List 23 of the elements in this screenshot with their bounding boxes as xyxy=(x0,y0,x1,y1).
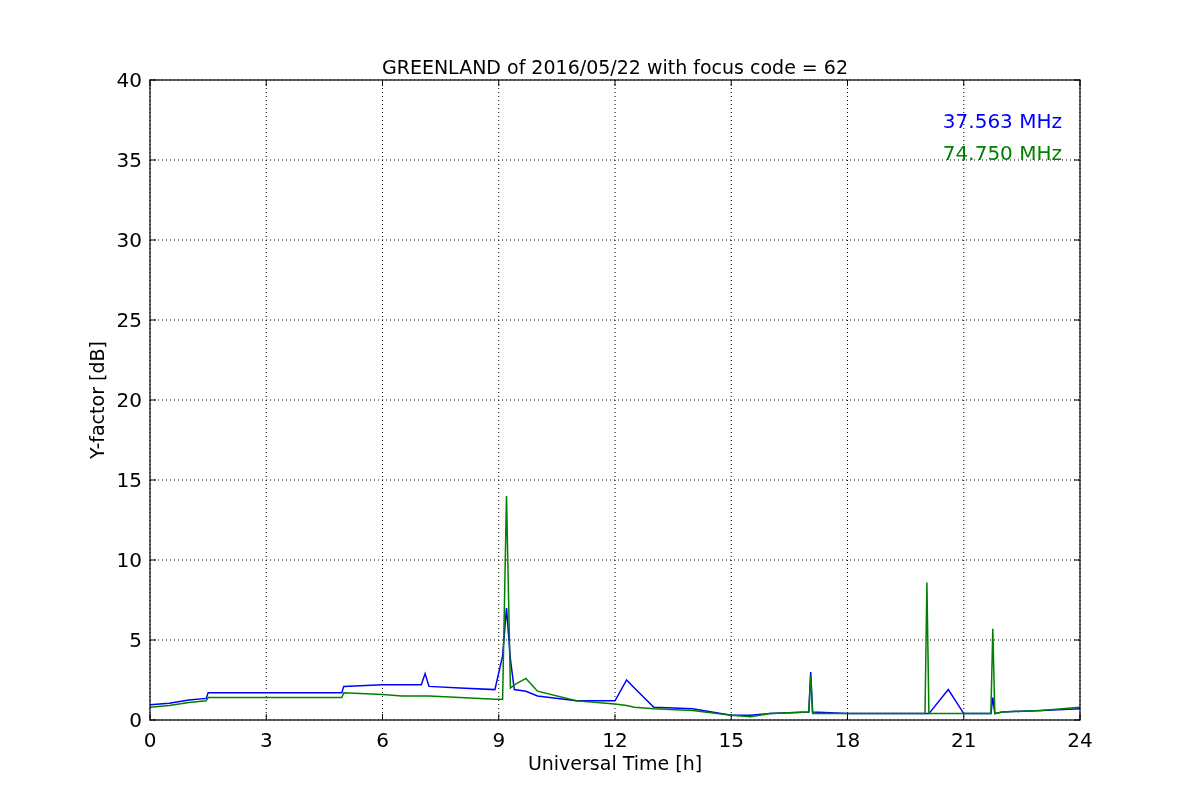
y-tick-label: 15 xyxy=(116,468,142,492)
y-tick-label: 5 xyxy=(129,628,142,652)
x-tick-label: 9 xyxy=(492,728,506,752)
x-tick-label: 6 xyxy=(376,728,389,752)
chart-title: GREENLAND of 2016/05/22 with focus code = 62 xyxy=(382,56,848,78)
x-tick-label: 18 xyxy=(834,728,861,752)
y-tick-label: 10 xyxy=(116,548,142,572)
x-tick-label: 3 xyxy=(259,728,273,752)
y-tick-label: 25 xyxy=(116,308,142,332)
y-tick-label: 30 xyxy=(116,228,142,252)
x-tick-label: 21 xyxy=(951,728,977,752)
y-tick-label: 0 xyxy=(129,708,142,732)
legend-text: 74.750 MHz xyxy=(942,141,1062,165)
y-tick-label: 35 xyxy=(116,148,142,172)
x-tick-label: 12 xyxy=(602,728,628,752)
y-tick-label: 20 xyxy=(116,388,142,412)
y-axis-label: Y-factor [dB] xyxy=(86,341,108,459)
x-tick-label: 0 xyxy=(143,728,157,752)
x-tick-label: 15 xyxy=(718,728,744,752)
legend-text: 37.563 MHz xyxy=(942,109,1062,133)
x-tick-label: 24 xyxy=(1067,728,1093,752)
x-axis-label: Universal Time [h] xyxy=(527,752,703,774)
y-tick-label: 40 xyxy=(116,68,142,92)
